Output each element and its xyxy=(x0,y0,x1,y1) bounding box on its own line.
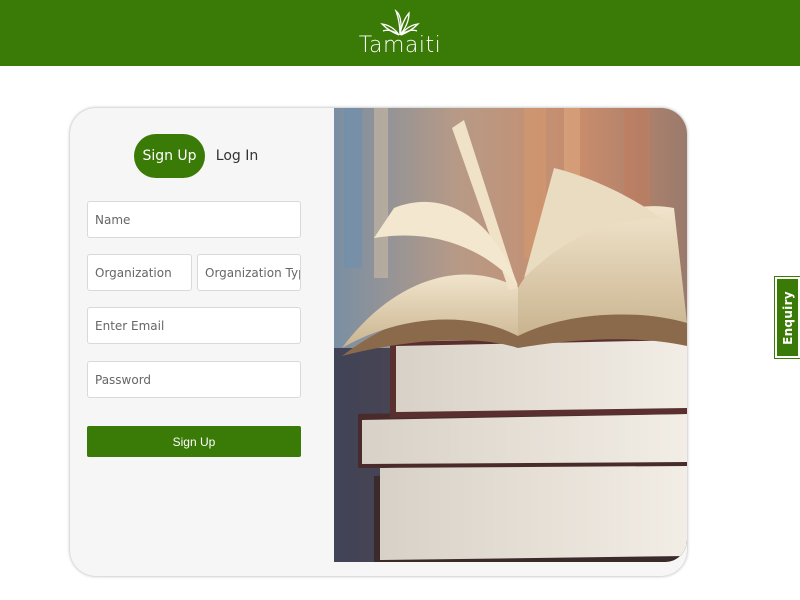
sign-up-button[interactable]: Sign Up xyxy=(87,426,301,457)
signup-form: Sign Up Log In Sign Up xyxy=(70,108,334,576)
signup-card: Sign Up Log In Sign Up xyxy=(70,108,687,576)
books-illustration xyxy=(334,108,687,562)
enquiry-label: Enquiry xyxy=(780,290,795,345)
brand-logo[interactable]: Tamaiti xyxy=(355,3,445,63)
enquiry-tab[interactable]: Enquiry xyxy=(775,277,800,358)
email-input[interactable] xyxy=(87,307,301,344)
brand-name: Tamaiti xyxy=(358,33,442,58)
organization-input[interactable] xyxy=(87,254,192,291)
stack-of-books-photo xyxy=(334,108,687,562)
top-header: Tamaiti xyxy=(0,0,800,66)
organization-type-input[interactable] xyxy=(197,254,301,291)
name-input[interactable] xyxy=(87,201,301,238)
tab-log-in[interactable]: Log In xyxy=(215,134,259,178)
tab-sign-up[interactable]: Sign Up xyxy=(134,134,205,178)
password-input[interactable] xyxy=(87,361,301,398)
